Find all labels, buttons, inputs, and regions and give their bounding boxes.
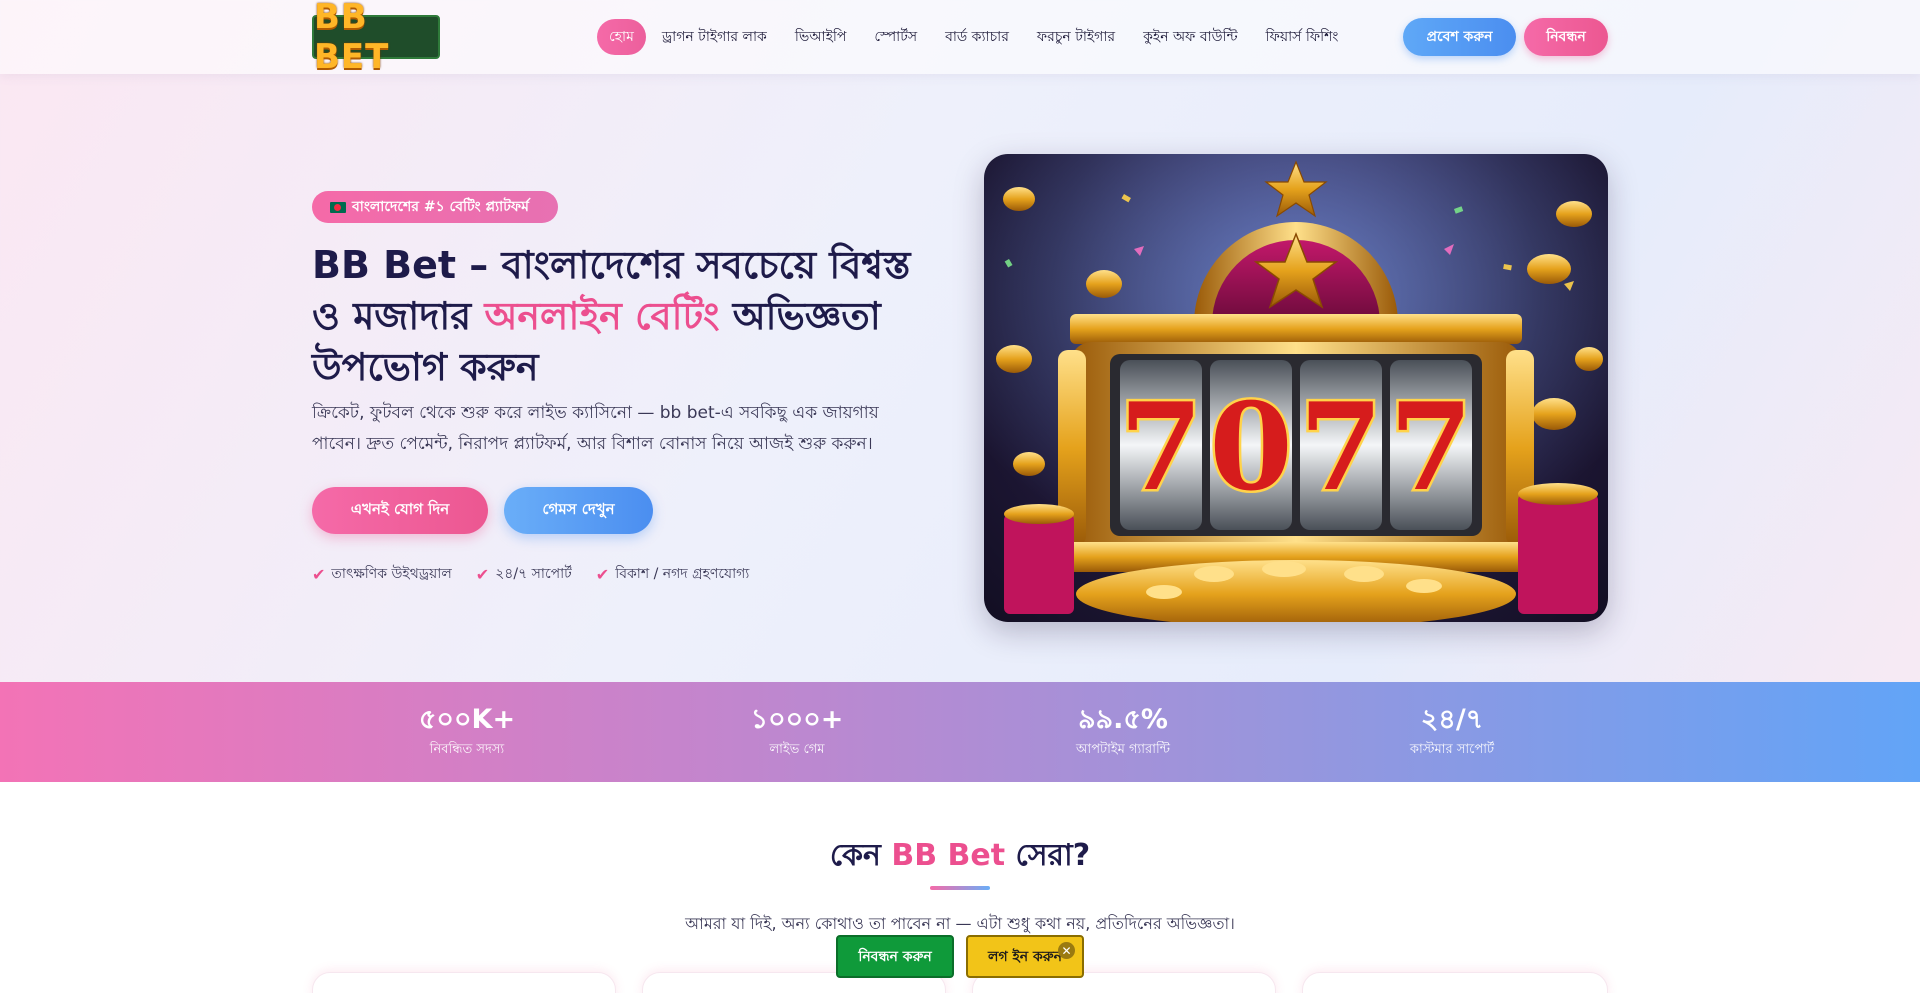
main-nav: হোম ড্রাগন টাইগার লাক ভিআইপি স্পোর্টস বা… <box>597 19 1352 55</box>
svg-text:7: 7 <box>1389 377 1473 518</box>
checkmark-icon: ✔ <box>475 564 490 584</box>
nav-item-fierce-fishing[interactable]: ফিয়ার্স ফিশিং <box>1252 19 1353 55</box>
header-login-button[interactable]: প্রবেশ করুন <box>1403 18 1516 56</box>
stat-label: কাস্টমার সাপোর্ট <box>1409 742 1495 757</box>
why-title: কেন BB Bet সেরা? <box>0 831 1920 882</box>
feature-item: ✔ ২৪/৭ সাপোর্ট <box>476 562 572 586</box>
stat-support: ২৪/৭ কাস্টমার সাপোর্ট <box>1352 704 1552 761</box>
bangladesh-flag-icon <box>330 201 346 213</box>
svg-text:7: 7 <box>1119 377 1203 518</box>
stat-value: ৫০০K+ <box>418 704 516 735</box>
feature-item: ✔ বিকাশ / নগদ গ্রহণযোগ্য <box>596 562 750 586</box>
hero-title: BB Bet – বাংলাদেশের সবচেয়ে বিশ্বস্ত ও ম… <box>312 240 912 393</box>
nav-item-vip[interactable]: ভিআইপি <box>781 19 861 55</box>
stat-value: ২৪/৭ <box>1420 704 1484 735</box>
stat-value: ৯৯.৫% <box>1078 704 1168 735</box>
slot-machine-illustration: 7 0 7 7 <box>984 154 1608 622</box>
stat-label: নিবন্ধিত সদস্য <box>429 742 505 757</box>
feature-card <box>1302 972 1608 993</box>
join-now-button[interactable]: এখনই যোগ দিন <box>312 487 488 534</box>
nav-item-dragon-tiger-luck[interactable]: ড্রাগন টাইগার লাক <box>648 19 781 55</box>
stat-label: লাইভ গেম <box>769 742 825 757</box>
hero-description: ক্রিকেট, ফুটবল থেকে শুরু করে লাইভ ক্যাসি… <box>312 403 879 454</box>
why-subtitle: আমরা যা দিই, অন্য কোথাও তা পাবেন না — এট… <box>685 914 1235 933</box>
checkmark-icon: ✔ <box>312 564 326 584</box>
why-title-suffix: সেরা? <box>1005 838 1091 873</box>
feature-label: তাৎক্ষণিক উইথড্রয়াল <box>331 566 452 582</box>
svg-text:0: 0 <box>1209 377 1293 518</box>
hero-badge: বাংলাদেশের #১ বেটিং প্ল্যাটফর্ম <box>312 191 558 223</box>
feature-card <box>312 972 616 993</box>
svg-text:7: 7 <box>1299 377 1383 518</box>
why-title-highlight: BB Bet <box>891 838 1006 873</box>
stat-value: ১০০০+ <box>750 704 844 735</box>
nav-item-sports[interactable]: স্পোর্টস <box>860 19 931 55</box>
slot-machine-image: 7 0 7 7 <box>984 154 1608 622</box>
nav-item-fortune-tiger[interactable]: ফরচুন টাইগার <box>1023 19 1129 55</box>
feature-label: ২৪/৭ সাপোর্ট <box>495 566 572 582</box>
header-register-button[interactable]: নিবন্ধন <box>1524 18 1608 56</box>
why-title-underline <box>930 886 990 890</box>
hero-features: ✔ তাৎক্ষণিক উইথড্রয়াল ✔ ২৪/৭ সাপোর্ট ✔ … <box>312 562 749 586</box>
stat-label: আপটাইম গ্যারান্টি <box>1076 742 1170 757</box>
hero-badge-text: বাংলাদেশের #১ বেটিং প্ল্যাটফর্ম <box>352 199 529 215</box>
feature-label: বিকাশ / নগদ গ্রহণযোগ্য <box>615 566 750 582</box>
bbbet-logo[interactable]: BB BET <box>312 0 440 77</box>
stat-live-games: ১০০০+ লাইভ গেম <box>697 704 897 761</box>
floating-register-button[interactable]: নিবন্ধন করুন <box>836 935 954 978</box>
site-header: BB BET হোম ড্রাগন টাইগার লাক ভিআইপি স্পো… <box>0 0 1920 77</box>
nav-item-queen-of-bounty[interactable]: কুইন অফ বাউন্টি <box>1129 19 1251 55</box>
feature-item: ✔ তাৎক্ষণিক উইথড্রয়াল <box>312 562 452 586</box>
close-icon[interactable]: ✕ <box>1058 942 1075 959</box>
stats-band: ৫০০K+ নিবন্ধিত সদস্য ১০০০+ লাইভ গেম ৯৯.৫… <box>0 682 1920 782</box>
why-title-prefix: কেন <box>829 838 892 873</box>
checkmark-icon: ✔ <box>595 564 610 584</box>
nav-item-home[interactable]: হোম <box>597 19 646 55</box>
nav-item-bird-catcher[interactable]: বার্ড ক্যাচার <box>931 19 1023 55</box>
stat-uptime: ৯৯.৫% আপটাইম গ্যারান্টি <box>1023 704 1223 761</box>
view-games-button[interactable]: গেমস দেখুন <box>504 487 653 534</box>
hero-title-highlight: অনলাইন বেটিং <box>484 294 720 338</box>
stat-members: ৫০০K+ নিবন্ধিত সদস্য <box>367 704 567 761</box>
